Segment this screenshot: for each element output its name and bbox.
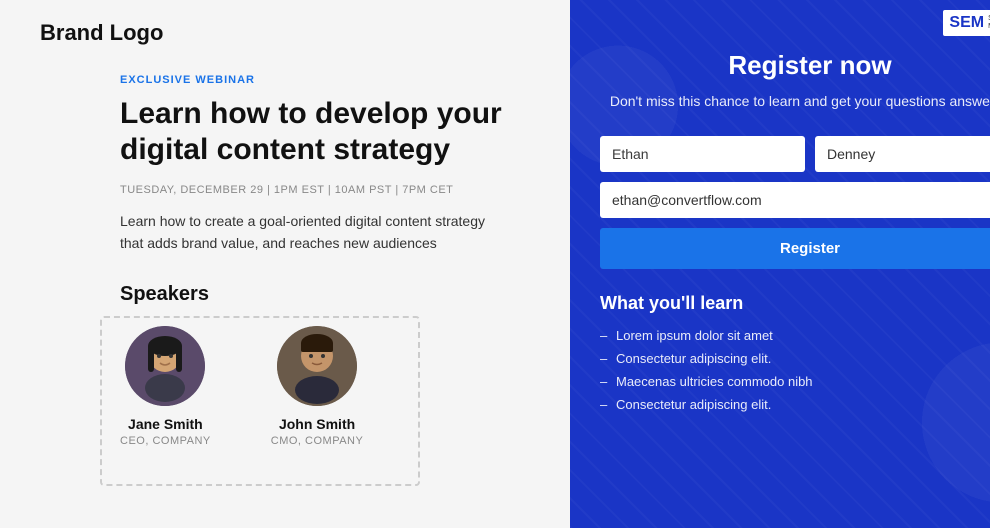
description: Learn how to create a goal-oriented digi… <box>120 210 500 255</box>
avatar-john <box>277 326 357 406</box>
left-panel: Brand Logo Exclusive Webinar Learn how t… <box>0 0 570 528</box>
register-title: Register now <box>600 50 990 81</box>
register-subtitle: Don't miss this chance to learn and get … <box>600 91 990 112</box>
main-title: Learn how to develop your digital conten… <box>120 96 520 168</box>
learn-list-item: Maecenas ultricies commodo nibh <box>600 374 990 389</box>
speakers-title: Speakers <box>120 283 530 306</box>
sem-logo-text: SEM <box>949 14 984 32</box>
right-panel: SEM Search Engine Magazine Register now … <box>570 0 990 528</box>
learn-title: What you'll learn <box>600 293 990 314</box>
speaker-card-jane: Jane Smith CEO, Company <box>120 326 211 447</box>
speaker-card-john: John Smith CMO, Company <box>271 326 364 447</box>
avatar-jane <box>125 326 205 406</box>
last-name-input[interactable] <box>815 136 990 172</box>
exclusive-label: Exclusive Webinar <box>120 74 530 86</box>
learn-list: Lorem ipsum dolor sit amet Consectetur ad… <box>600 328 990 412</box>
learn-list-item: Consectetur adipiscing elit. <box>600 351 990 366</box>
speaker-name-john: John Smith <box>279 416 355 432</box>
register-button[interactable]: Register <box>600 228 990 269</box>
speaker-name-jane: Jane Smith <box>128 416 203 432</box>
email-input[interactable] <box>600 182 990 218</box>
speaker-role-jane: CEO, Company <box>120 435 211 447</box>
speaker-role-john: CMO, Company <box>271 435 364 447</box>
sem-logo: SEM Search Engine Magazine <box>943 10 990 36</box>
date-line: Tuesday, December 29 | 1PM EST | 10AM PS… <box>120 184 530 196</box>
first-name-input[interactable] <box>600 136 805 172</box>
brand-logo: Brand Logo <box>40 20 530 46</box>
learn-list-item: Lorem ipsum dolor sit amet <box>600 328 990 343</box>
name-fields-row <box>600 136 990 172</box>
speakers-row: Jane Smith CEO, Company <box>120 326 530 447</box>
learn-list-item: Consectetur adipiscing elit. <box>600 397 990 412</box>
